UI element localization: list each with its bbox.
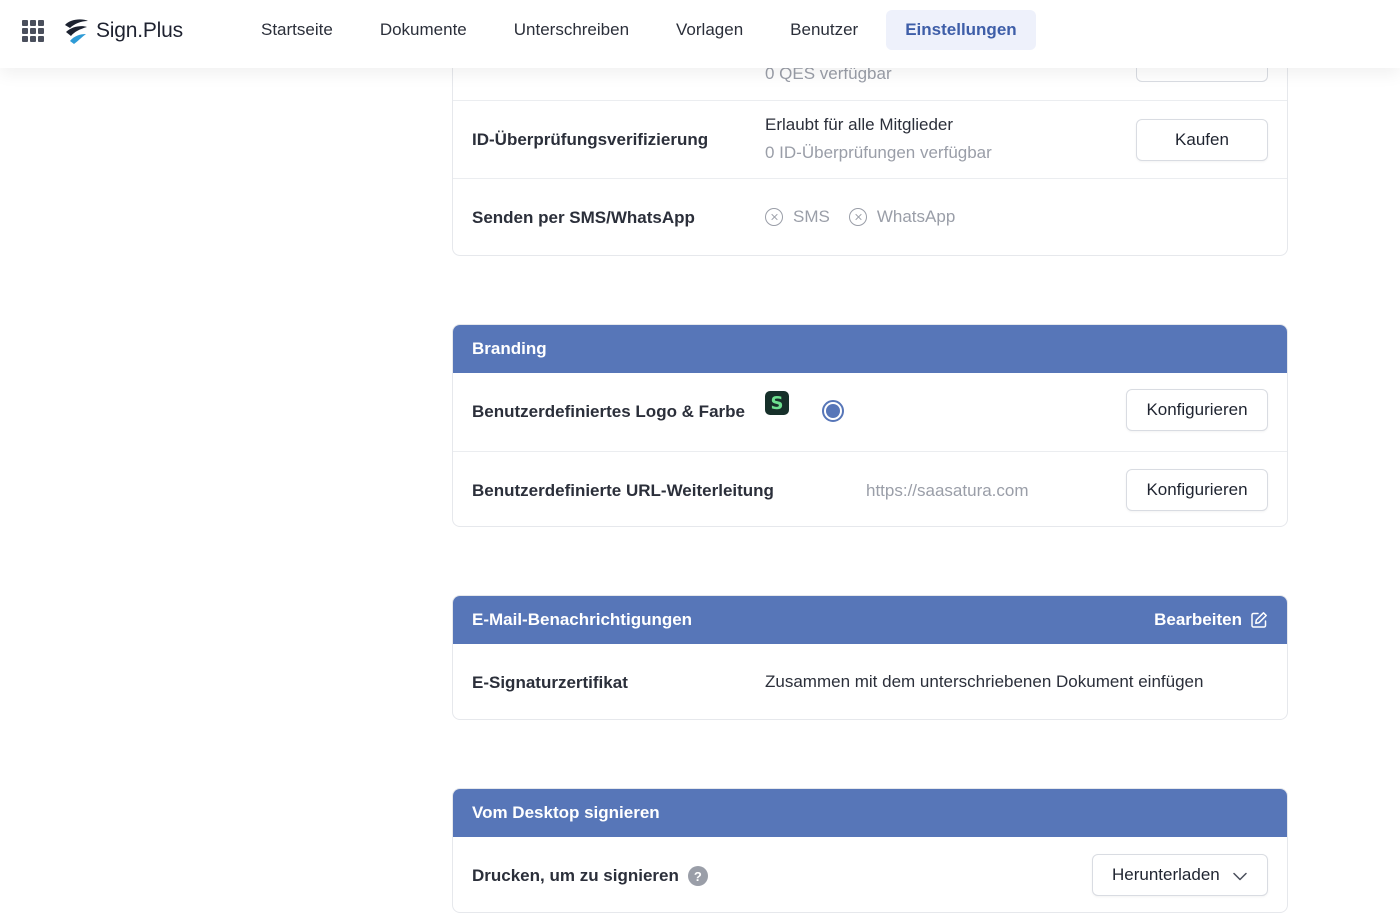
- logo-color-configure-button[interactable]: Konfigurieren: [1126, 389, 1268, 431]
- nav-dokumente[interactable]: Dokumente: [361, 10, 486, 50]
- top-navigation-bar: Sign.Plus Startseite Dokumente Unterschr…: [0, 0, 1400, 68]
- id-verification-available: 0 ID-Überprüfungen verfügbar: [765, 143, 992, 162]
- desktop-sign-card: Vom Desktop signieren Drucken, um zu sig…: [452, 788, 1288, 913]
- branding-card: Branding Benutzerdefiniertes Logo & Farb…: [452, 324, 1288, 527]
- sms-option-label: SMS: [793, 207, 830, 226]
- id-verification-label: ID-Überprüfungsverifizierung: [472, 129, 709, 149]
- url-redirect-row: Benutzerdefinierte URL-Weiterleitung htt…: [453, 451, 1287, 526]
- certificate-row: E-Signaturzertifikat Zusammen mit dem un…: [453, 644, 1287, 719]
- desktop-header: Vom Desktop signieren: [453, 789, 1287, 837]
- nav-startseite[interactable]: Startseite: [242, 10, 352, 50]
- sms-whatsapp-label: Senden per SMS/WhatsApp: [472, 207, 695, 227]
- certificate-label: E-Signaturzertifikat: [472, 673, 628, 692]
- nav-unterschreiben[interactable]: Unterschreiben: [495, 10, 648, 50]
- chevron-down-icon: [1233, 872, 1247, 881]
- logo-color-label: Benutzerdefiniertes Logo & Farbe: [472, 402, 745, 421]
- nav-vorlagen[interactable]: Vorlagen: [657, 10, 762, 50]
- nav-einstellungen[interactable]: Einstellungen: [886, 10, 1036, 50]
- sms-whatsapp-row: Senden per SMS/WhatsApp SMS WhatsApp: [453, 178, 1287, 255]
- print-to-sign-label: Drucken, um zu signieren ?: [472, 837, 708, 912]
- app-name: Sign.Plus: [96, 19, 183, 42]
- url-redirect-value: https://saasatura.com: [866, 481, 1029, 500]
- id-verification-allowed: Erlaubt für alle Mitglieder: [765, 115, 954, 134]
- help-icon[interactable]: ?: [687, 866, 708, 886]
- desktop-title: Vom Desktop signieren: [472, 803, 660, 822]
- sign-plus-logo-icon: [65, 19, 88, 44]
- app-logo[interactable]: Sign.Plus: [62, 16, 183, 46]
- branding-header: Branding: [453, 325, 1287, 373]
- id-verification-row: ID-Überprüfungsverifizierung Erlaubt für…: [453, 100, 1287, 178]
- url-redirect-label: Benutzerdefinierte URL-Weiterleitung: [472, 480, 774, 500]
- brand-color-swatch[interactable]: [822, 400, 844, 422]
- email-edit-button[interactable]: Bearbeiten: [1154, 610, 1268, 630]
- nav-benutzer[interactable]: Benutzer: [771, 10, 877, 50]
- main-nav: Startseite Dokumente Unterschreiben Vorl…: [242, 10, 1045, 50]
- print-to-sign-row: Drucken, um zu signieren ? Herunterladen: [453, 837, 1287, 912]
- whatsapp-disabled-icon: [848, 208, 867, 226]
- branding-title: Branding: [472, 339, 547, 358]
- logo-color-row: Benutzerdefiniertes Logo & Farbe S Konfi…: [453, 373, 1287, 451]
- apps-grid-icon[interactable]: [22, 20, 44, 42]
- id-verification-buy-button[interactable]: Kaufen: [1136, 119, 1268, 161]
- email-title: E-Mail-Benachrichtigungen: [472, 610, 693, 629]
- certificate-value: Zusammen mit dem unterschriebenen Dokume…: [765, 672, 1204, 691]
- sms-whatsapp-options: SMS WhatsApp: [765, 207, 955, 227]
- whatsapp-option-label: WhatsApp: [876, 207, 956, 226]
- email-notifications-card: E-Mail-Benachrichtigungen Bearbeiten E-S…: [452, 595, 1288, 720]
- download-dropdown-button[interactable]: Herunterladen: [1092, 854, 1268, 896]
- sms-disabled-icon: [765, 208, 783, 226]
- url-redirect-configure-button[interactable]: Konfigurieren: [1126, 469, 1268, 511]
- email-header: E-Mail-Benachrichtigungen Bearbeiten: [453, 596, 1287, 644]
- edit-icon: [1251, 612, 1267, 628]
- custom-logo-icon: S: [765, 391, 789, 415]
